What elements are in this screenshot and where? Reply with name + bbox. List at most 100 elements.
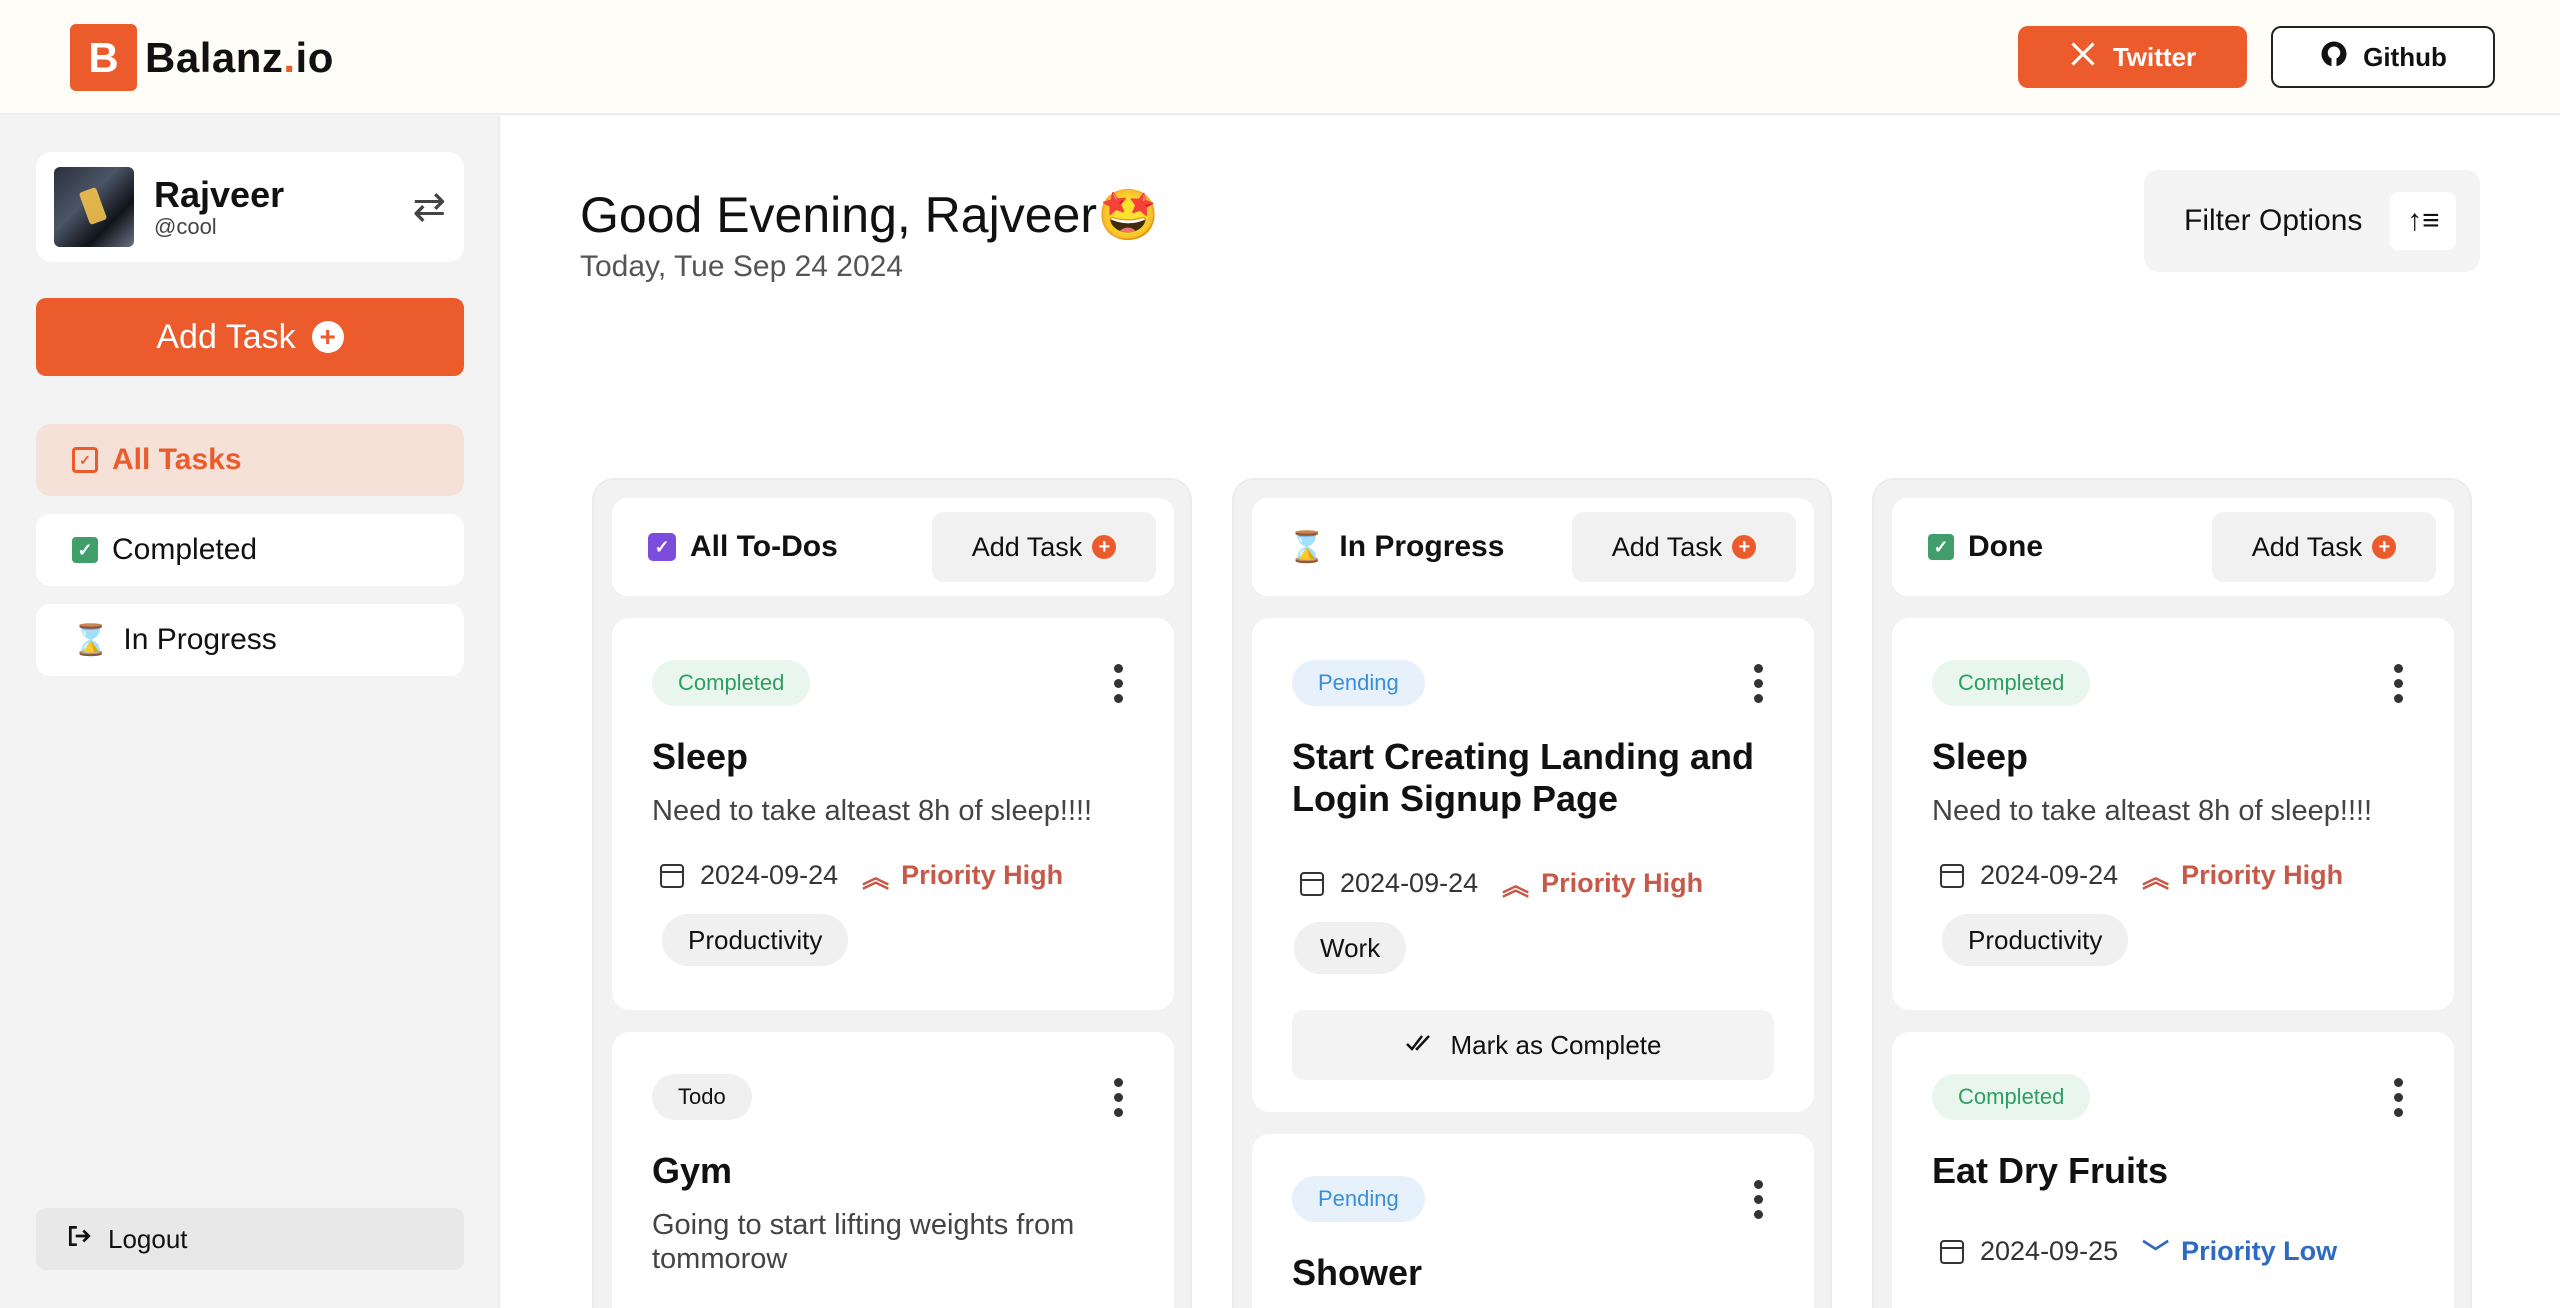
check-square-icon: ✓ [1928,534,1954,560]
add-task-label: Add Task [156,317,296,356]
priority-label: Priority High [2181,860,2344,890]
greeting: Good Evening, Rajveer🤩 [580,187,1160,243]
column-in-progress: ⌛ In Progress Add Task + Pending Start C… [1232,478,1832,1308]
sidebar-item-completed[interactable]: ✓ Completed [36,514,464,586]
sidebar-add-task-button[interactable]: Add Task + [36,298,464,376]
add-task-label: Add Task [1611,531,1723,562]
logout-label: Logout [108,1223,188,1254]
task-title: Sleep [652,736,749,777]
task-card[interactable]: Pending Start Creating Landing and Login… [1252,618,1814,1112]
hourglass-icon: ⌛ [72,623,110,657]
brand-name: Balanz.io [145,33,334,81]
task-card[interactable]: Todo Gym Going to start lifting weights … [612,1032,1174,1308]
logo-mark: B [70,24,137,91]
priority-label: Priority Low [2181,1236,2338,1266]
more-options-icon[interactable] [1754,664,1764,703]
column-done: ✓ Done Add Task + Completed Sleep Need t… [1872,478,2472,1308]
task-meta: 2024-09-24 ︽ Priority High [660,856,1063,895]
column-add-task-button[interactable]: Add Task + [2212,512,2436,582]
switch-account-icon[interactable]: ⇄ [412,184,446,230]
task-title: Sleep [1932,736,2029,777]
profile-card[interactable]: Rajveer @cool ⇄ [36,152,464,262]
priority-label: Priority High [901,860,1064,890]
sidebar-item-label: In Progress [123,623,277,656]
top-bar: B Balanz.io Twitter Github [0,0,2560,115]
task-tag: Work [1294,922,1407,974]
task-title: Start Creating Landing and Login Signup … [1292,736,1755,819]
status-badge: Completed [1932,660,2091,706]
task-date: 2024-09-24 [1340,868,1479,898]
calendar-icon [1300,871,1324,896]
sidebar-item-label: All Tasks [112,443,242,476]
more-options-icon[interactable] [1114,664,1124,703]
calendar-check-icon: ✓ [648,533,676,561]
status-badge: Todo [652,1074,752,1120]
logout-button[interactable]: Logout [36,1208,464,1270]
calendar-icon [1940,863,1964,888]
column-title: All To-Dos [690,530,838,563]
status-badge: Pending [1292,660,1425,706]
priority-indicator: ﹀ Priority Low [2142,1232,2337,1271]
task-card[interactable]: Completed Eat Dry Fruits 2024-09-25 ﹀ Pri… [1892,1032,2454,1308]
priority-indicator: ︽ Priority High [1502,864,1703,903]
logout-icon [66,1223,92,1256]
main-content: Good Evening, Rajveer🤩 Today, Tue Sep 24… [502,116,2560,1308]
task-date: 2024-09-25 [1980,1236,2119,1266]
sidebar-item-in-progress[interactable]: ⌛ In Progress [36,604,464,676]
task-meta: 2024-09-25 ﹀ Priority Low [1940,1232,2337,1271]
more-options-icon[interactable] [1114,1078,1124,1117]
task-description: Going to start lifting weights from tomm… [652,1209,1075,1275]
column-title: Done [1968,530,2043,563]
avatar [54,167,134,247]
filter-options[interactable]: Filter Options ↑≡ [2144,170,2480,272]
double-chevron-up-icon: ︽ [2142,863,2170,893]
double-chevron-up-icon: ︽ [862,863,890,893]
plus-circle-icon: + [1092,535,1117,559]
more-options-icon[interactable] [1754,1180,1764,1219]
column-add-task-button[interactable]: Add Task + [1572,512,1796,582]
chevron-down-icon: ﹀ [2142,1239,2170,1269]
task-card[interactable]: Completed Sleep Need to take alteast 8h … [1892,618,2454,1010]
task-title: Gym [652,1150,733,1191]
column-header: ✓ All To-Dos Add Task + [612,498,1174,596]
calendar-icon [1940,1239,1964,1264]
sidebar: Rajveer @cool ⇄ Add Task + ✓ All Tasks ✓… [0,116,500,1308]
hourglass-icon: ⌛ [1288,530,1326,564]
task-tag: Productivity [1942,914,2129,966]
add-task-label: Add Task [971,531,1083,562]
today-date: Today, Tue Sep 24 2024 [580,250,904,283]
mark-complete-button[interactable]: Mark as Complete [1292,1010,1774,1080]
more-options-icon[interactable] [2394,664,2404,703]
github-icon [2319,39,2349,76]
github-label: Github [2363,41,2447,72]
profile-handle: @cool [154,214,217,239]
calendar-check-icon: ✓ [72,447,98,473]
task-title: Shower [1292,1252,1423,1293]
priority-indicator: ︽ Priority High [2142,856,2343,895]
sidebar-item-all-tasks[interactable]: ✓ All Tasks [36,424,464,496]
column-add-task-button[interactable]: Add Task + [932,512,1156,582]
plus-circle-icon: + [311,321,344,353]
column-header: ✓ Done Add Task + [1892,498,2454,596]
filter-label: Filter Options [2184,204,2363,237]
status-badge: Completed [1932,1074,2091,1120]
column-header: ⌛ In Progress Add Task + [1252,498,1814,596]
brand-logo[interactable]: B Balanz.io [70,24,334,91]
task-meta: 2024-09-24 ︽ Priority High [1940,856,2343,895]
task-date: 2024-09-24 [700,860,839,890]
sidebar-item-label: Completed [112,533,258,566]
task-meta: 2024-09-24 ︽ Priority High [1300,864,1703,903]
task-date: 2024-09-24 [1980,860,2119,890]
sort-icon[interactable]: ↑≡ [2390,192,2457,250]
task-description: Need to take alteast 8h of sleep!!!! [652,795,1093,827]
x-logo-icon [2069,40,2097,75]
task-card[interactable]: Pending Shower [1252,1134,1814,1308]
github-button[interactable]: Github [2271,26,2495,88]
double-chevron-up-icon: ︽ [1502,871,1530,901]
task-card[interactable]: Completed Sleep Need to take alteast 8h … [612,618,1174,1010]
task-description: Need to take alteast 8h of sleep!!!! [1932,795,2373,827]
twitter-button[interactable]: Twitter [2018,26,2247,88]
more-options-icon[interactable] [2394,1078,2404,1117]
task-title: Eat Dry Fruits [1932,1150,2169,1191]
calendar-icon [660,863,684,888]
